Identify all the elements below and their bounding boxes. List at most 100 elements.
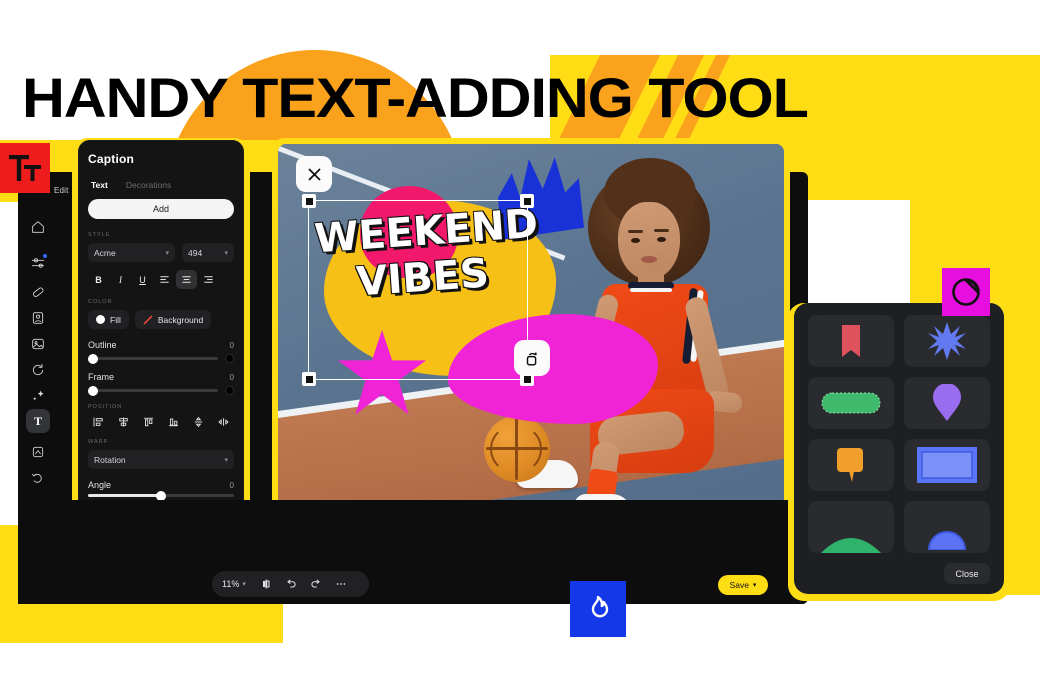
arc-shape-icon [821, 538, 881, 553]
compare-button[interactable] [255, 574, 277, 594]
shapes-badge [942, 268, 990, 316]
shape-star[interactable] [904, 315, 990, 367]
sidebar-item-portrait[interactable] [26, 306, 50, 330]
align-object-left-icon [93, 417, 103, 427]
angle-slider-knob[interactable] [156, 490, 166, 501]
background-label: Background [157, 314, 204, 325]
warp-select[interactable]: Rotation ▾ [88, 450, 234, 469]
angle-slider[interactable] [88, 490, 234, 501]
distribute-vertical-button[interactable] [191, 415, 207, 429]
panel-title: Caption [88, 152, 135, 166]
add-button[interactable]: Add [88, 199, 234, 219]
sidebar-item-adjustments[interactable] [26, 251, 50, 275]
outline-slider[interactable] [88, 353, 218, 364]
stamp-frame-shape-icon [917, 447, 977, 483]
align-center-icon [182, 276, 191, 283]
subject-lips [641, 256, 657, 263]
shape-speech-bubble[interactable] [808, 439, 894, 491]
warp-section-label: WARP [88, 439, 109, 445]
shape-bookmark[interactable] [808, 315, 894, 367]
frame-slider-block: Frame 0 [88, 372, 234, 396]
tt-logo-icon [9, 155, 41, 181]
sidebar-item-retouch[interactable] [26, 466, 50, 490]
ball-line-curve [490, 424, 542, 474]
align-right-button[interactable] [198, 270, 219, 289]
sidebar-item-eraser[interactable] [26, 280, 50, 304]
shape-semicircle[interactable] [904, 501, 990, 553]
chevron-down-icon: ▾ [752, 582, 757, 589]
align-center-button[interactable] [176, 270, 197, 289]
tab-text[interactable]: Text [91, 180, 108, 190]
undo-icon [287, 579, 296, 588]
more-button[interactable] [330, 574, 352, 594]
close-shapes-button[interactable]: Close [944, 563, 990, 584]
sidebar-item-home[interactable] [26, 215, 50, 239]
home-icon [32, 221, 44, 233]
selection-handle-tr[interactable] [520, 194, 534, 208]
angle-label: Angle [88, 480, 112, 490]
frame-label: Frame [88, 372, 115, 382]
image-icon [32, 338, 44, 350]
frame-color-swatch[interactable] [225, 386, 234, 395]
no-background-icon [143, 314, 153, 325]
redo-button[interactable] [305, 574, 327, 594]
bg-white-top [0, 0, 560, 55]
save-label: Save [729, 580, 749, 590]
align-left-button[interactable] [154, 270, 175, 289]
close-button[interactable] [296, 156, 332, 192]
sidebar-item-shapes[interactable] [26, 440, 50, 464]
redo-icon [311, 579, 320, 588]
font-family-select[interactable]: Acme ▾ [88, 243, 175, 262]
subject-eye-right [657, 237, 666, 242]
zoom-value: 11% [222, 579, 240, 589]
style-section-label: STYLE [88, 232, 111, 238]
eraser-icon [32, 287, 44, 298]
close-icon [307, 167, 321, 181]
background-color-button[interactable]: Background [134, 310, 212, 329]
shape-map-pin[interactable] [904, 377, 990, 429]
sidebar-item-effects[interactable] [26, 384, 50, 408]
selection-handle-bl[interactable] [302, 372, 316, 386]
poster-root: HANDY TEXT-ADDING TOOL Edit T Caption Te… [0, 0, 1040, 700]
editor-canvas[interactable]: WEEKEND VIBES [278, 144, 784, 530]
outline-label: Outline [88, 340, 117, 350]
align-object-top-button[interactable] [140, 415, 156, 429]
chevron-down-icon: ▾ [165, 249, 169, 257]
align-object-left-button[interactable] [90, 415, 106, 429]
outline-slider-knob[interactable] [88, 353, 98, 364]
align-object-center-h-icon [118, 417, 128, 427]
italic-button[interactable]: I [110, 270, 131, 289]
tab-decorations[interactable]: Decorations [126, 180, 171, 190]
retouch-icon [31, 473, 42, 483]
underline-button[interactable]: U [132, 270, 153, 289]
bold-button[interactable]: B [88, 270, 109, 289]
sidebar-item-image[interactable] [26, 332, 50, 356]
rotate-icon [526, 351, 537, 366]
frame-slider[interactable] [88, 385, 218, 396]
outline-color-swatch[interactable] [225, 354, 234, 363]
sidebar-item-rotate[interactable] [26, 358, 50, 382]
selection-box[interactable] [302, 194, 534, 386]
rotate-button[interactable] [514, 340, 550, 376]
zoom-control[interactable]: 11% ▾ [222, 579, 246, 589]
sidebar-item-text[interactable]: T [26, 409, 50, 433]
frame-slider-knob[interactable] [88, 385, 98, 396]
distribute-horizontal-button[interactable] [216, 415, 232, 429]
selection-handle-tl[interactable] [302, 194, 316, 208]
font-size-select[interactable]: 494 ▾ [182, 243, 234, 262]
shape-stamp-frame[interactable] [904, 439, 990, 491]
map-pin-shape-icon [933, 384, 961, 421]
save-button[interactable]: Save ▾ [718, 575, 768, 595]
bookmark-shape-icon [842, 325, 860, 357]
shape-arc[interactable] [808, 501, 894, 553]
shape-rounded-bar[interactable] [808, 377, 894, 429]
align-object-center-h-button[interactable] [115, 415, 131, 429]
bold-icon: B [95, 274, 102, 285]
subject-face [618, 202, 680, 280]
position-toolbar [88, 415, 234, 429]
undo-button[interactable] [280, 574, 302, 594]
panel-tabs: Text Decorations [88, 180, 234, 190]
flame-icon [591, 595, 609, 618]
align-object-bottom-button[interactable] [166, 415, 182, 429]
fill-color-button[interactable]: Fill [88, 310, 129, 329]
